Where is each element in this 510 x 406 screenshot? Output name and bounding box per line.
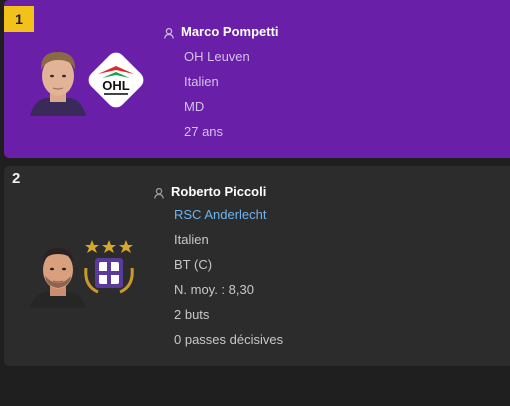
player-club-link[interactable]: RSC Anderlecht — [154, 202, 283, 227]
player-age: 27 ans — [184, 124, 224, 139]
player-portrait — [28, 232, 88, 308]
player-ranking-list: 1 OHL Marco Pompetti OH Leuven Italien M… — [0, 0, 510, 406]
player-assists: 0 passes décisives — [174, 332, 284, 347]
player-name[interactable]: Roberto Piccoli — [171, 184, 266, 199]
player-position: BT (C) — [174, 257, 213, 272]
player-card-1[interactable]: 1 OHL Marco Pompetti OH Leuven Italien M… — [4, 0, 510, 158]
player-info: Marco Pompetti OH Leuven Italien MD 27 a… — [164, 22, 279, 144]
player-nationality: Italien — [184, 74, 219, 89]
player-position: MD — [184, 99, 205, 114]
player-name-row[interactable]: Roberto Piccoli — [154, 182, 283, 200]
rank-badge: 1 — [4, 6, 34, 32]
person-icon — [154, 186, 164, 199]
player-goals: 2 buts — [174, 307, 210, 322]
player-card-2[interactable]: 2 Roberto Piccoli RSC Anderlecht Italien… — [4, 166, 510, 366]
player-average-rating: N. moy. : 8,30 — [174, 282, 254, 297]
person-icon — [164, 26, 174, 39]
player-club[interactable]: OH Leuven — [164, 44, 279, 69]
svg-text:OHL: OHL — [102, 78, 130, 93]
player-name-row[interactable]: Marco Pompetti — [164, 22, 279, 40]
rank-badge: 2 — [12, 170, 21, 187]
rsc-anderlecht-logo — [80, 236, 138, 296]
player-portrait — [28, 40, 88, 116]
oh-leuven-logo: OHL — [84, 48, 148, 112]
player-name[interactable]: Marco Pompetti — [181, 24, 279, 39]
player-info: Roberto Piccoli RSC Anderlecht Italien B… — [154, 182, 283, 352]
player-nationality: Italien — [174, 232, 209, 247]
